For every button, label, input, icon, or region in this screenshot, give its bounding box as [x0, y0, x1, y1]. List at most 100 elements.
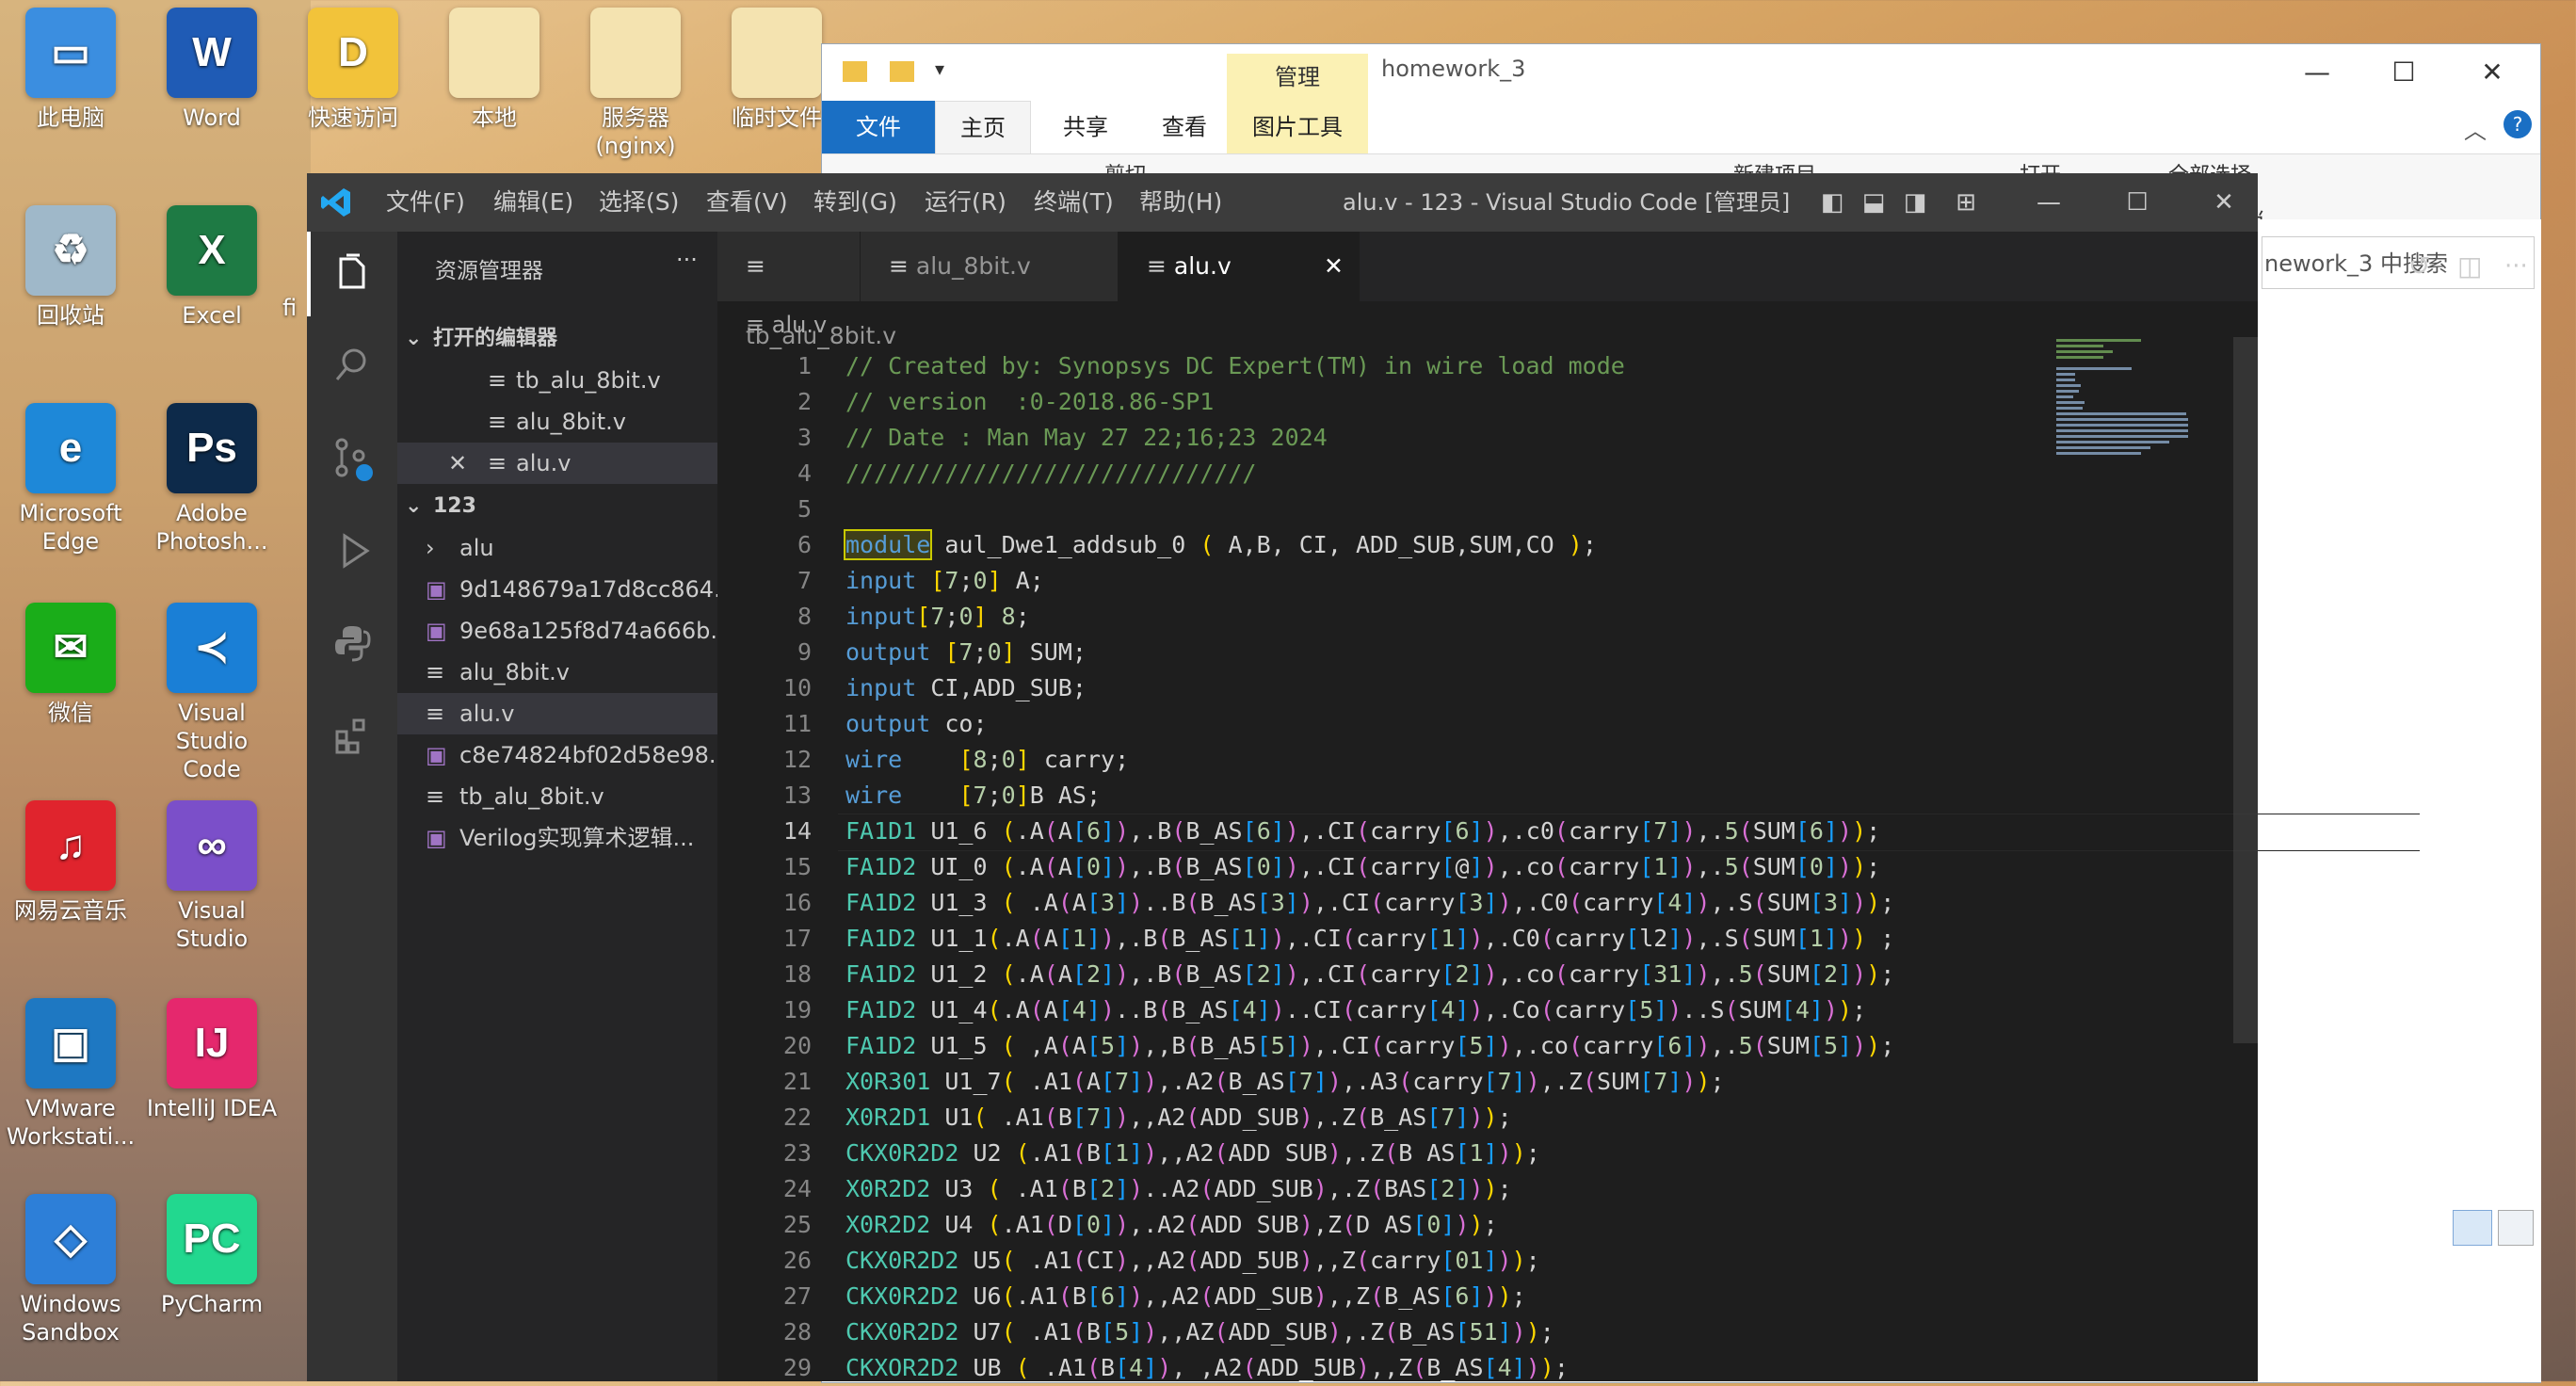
code-line[interactable]: 14 FA1D1 U1_6 (.A(A[6]),.B(B_AS[6]),.CI(c…	[717, 814, 2412, 849]
open-editor-item[interactable]: ≡ alu_8bit.v	[397, 401, 717, 443]
code-line[interactable]: 21 X0R301 U1_7( .A1(A[7]),.A2(B_AS[7]),.A…	[717, 1064, 2412, 1100]
code-line[interactable]: 6 module aul_Dwe1_addsub_0 ( A,B, CI, ADD…	[717, 527, 2412, 563]
folder-icon[interactable]	[890, 61, 914, 82]
code-line[interactable]: 26 CKX0R2D2 U5( .A1(CI),,A2(ADD_5UB),,Z(c…	[717, 1243, 2412, 1279]
code-line[interactable]: 16 FA1D2 U1_3 ( .A(A[3])..B(B_AS[3]),.CI(…	[717, 885, 2412, 921]
code-line[interactable]: 4 /////////////////////////////	[717, 456, 2412, 492]
code-line[interactable]: 12 wire [8;0] carry;	[717, 742, 2412, 778]
code-line[interactable]: 7 input [7;0] A;	[717, 563, 2412, 599]
minimize-button[interactable]: —	[2021, 188, 2077, 217]
code-line[interactable]: 23 CKX0R2D2 U2 (.A1(B[1]),,A2(ADD SUB),.Z…	[717, 1136, 2412, 1171]
menu-item[interactable]: 运行(R)	[925, 173, 1006, 232]
source-control-icon[interactable]	[307, 416, 397, 501]
desktop-icon[interactable]: ◇ Windows Sandbox	[0, 1194, 141, 1346]
desktop-icon[interactable]: ∞ Visual Studio	[141, 800, 282, 953]
toggle-panel-icon[interactable]: ⬓	[1859, 188, 1889, 217]
file-tree-item[interactable]: ≡ alu_8bit.v	[397, 652, 717, 693]
tab-view[interactable]: 查看	[1133, 101, 1236, 153]
minimize-button[interactable]: —	[2272, 44, 2362, 101]
folder-header-123[interactable]: ⌄ 123	[397, 486, 717, 527]
code-line[interactable]: 10 input CI,ADD_SUB;	[717, 670, 2412, 706]
run-debug-icon[interactable]	[307, 508, 397, 593]
file-tree-item[interactable]: ▣ 9d148679a17d8cc864...	[397, 569, 717, 610]
desktop-icon[interactable]: ✉ 微信	[0, 603, 141, 727]
search-icon[interactable]	[307, 322, 397, 407]
code-line[interactable]: 22 X0R2D1 U1( .A1(B[7]),,A2(ADD_SUB),.Z(B…	[717, 1100, 2412, 1136]
split-editor-icon[interactable]: ◫	[2457, 232, 2482, 301]
desktop-icon[interactable]: ▭ 此电脑	[0, 8, 141, 132]
menu-item[interactable]: 选择(S)	[599, 173, 679, 232]
more-actions-icon[interactable]: ···	[2504, 232, 2528, 301]
file-tree-item[interactable]: ≡ tb_alu_8bit.v	[397, 776, 717, 817]
code-line[interactable]: 8 input[7;0] 8;	[717, 599, 2412, 635]
desktop-icon[interactable]: ♫ 网易云音乐	[0, 800, 141, 925]
code-line[interactable]: 5	[717, 492, 2412, 527]
menu-item[interactable]: 终端(T)	[1034, 173, 1114, 232]
qat-dropdown-icon[interactable]: ▾	[935, 57, 944, 80]
search-input[interactable]: nework_3 中搜索	[2262, 236, 2535, 289]
menu-item[interactable]: 文件(F)	[386, 173, 465, 232]
close-button[interactable]: ✕	[2196, 188, 2252, 217]
toggle-secondary-sidebar-icon[interactable]: ◨	[1900, 188, 1930, 217]
menu-item[interactable]: 帮助(H)	[1139, 173, 1222, 232]
desktop-icon[interactable]: ♻ 回收站	[0, 205, 141, 330]
desktop-icon[interactable]: e Microsoft Edge	[0, 403, 141, 556]
customize-layout-icon[interactable]: ⊞	[1951, 188, 1981, 217]
desktop-icon[interactable]: 服务器 (nginx)	[565, 8, 706, 160]
file-tree-item[interactable]: ▣ c8e74824bf02d58e98...	[397, 734, 717, 776]
code-line[interactable]: 19 FA1D2 U1_4(.A(A[4])..B(B_AS[4])..CI(ca…	[717, 992, 2412, 1028]
code-line[interactable]: 15 FA1D2 UI_0 (.A(A[0]),.B(B_AS[0]),.CI(c…	[717, 849, 2412, 885]
tab-tb-alu-8bit[interactable]: ≡ tb_alu_8bit.v	[717, 232, 896, 349]
menu-item[interactable]: 转到(G)	[813, 173, 897, 232]
timeline-icon[interactable]: ↺	[2408, 232, 2430, 301]
code-line[interactable]: 17 FA1D2 U1_1(.A(A[1]),.B(B_AS[1]),.CI(ca…	[717, 921, 2412, 957]
code-line[interactable]: 27 CKX0R2D2 U6(.A1(B[6]),,A2(ADD_SUB),,Z(…	[717, 1279, 2412, 1314]
file-tree-item[interactable]: ▣ Verilog实现算术逻辑...	[397, 817, 717, 859]
close-button[interactable]: ✕	[2447, 44, 2537, 101]
code-line[interactable]: 29 CKXOR2D2 UB ( .A1(B[4]), ,A2(ADD_5UB),…	[717, 1350, 2412, 1386]
file-tree-item[interactable]: ≡ alu.v	[397, 693, 717, 734]
python-icon[interactable]	[307, 601, 397, 685]
desktop-icon[interactable]: D 快速访问	[282, 8, 424, 132]
open-editor-item[interactable]: ≡ tb_alu_8bit.v	[397, 360, 717, 401]
open-editors-header[interactable]: ⌄ 打开的编辑器	[397, 318, 717, 360]
desktop-icon[interactable]: 本地	[424, 8, 565, 132]
code-line[interactable]: 25 X0R2D2 U4 (.A1(D[0]),.A2(ADD SUB),Z(D …	[717, 1207, 2412, 1243]
breadcrumb[interactable]: ≡ alu.v	[717, 301, 2258, 348]
desktop-icon[interactable]: X Excel	[141, 205, 282, 330]
tab-alu-v[interactable]: ≡ alu.v ✕	[1119, 232, 1360, 301]
maximize-button[interactable]: ☐	[2359, 44, 2449, 101]
details-view-icon[interactable]	[2453, 1210, 2492, 1246]
code-line[interactable]: 9 output [7;0] SUM;	[717, 635, 2412, 670]
ribbon-collapse-icon[interactable]: ︿	[2464, 112, 2487, 145]
desktop-icon[interactable]: Ps Adobe Photosh...	[141, 403, 282, 556]
close-tab-icon[interactable]: ✕	[1324, 232, 1344, 301]
explorer-icon[interactable]	[307, 232, 397, 316]
large-icons-view-icon[interactable]	[2498, 1210, 2534, 1246]
file-tree-item[interactable]: › alu	[397, 527, 717, 569]
desktop-icon[interactable]: W Word	[141, 8, 282, 132]
open-editor-item[interactable]: ✕ ≡ alu.v	[397, 443, 717, 484]
code-line[interactable]: 13 wire [7;0]B AS;	[717, 778, 2412, 814]
desktop-icon[interactable]: IJ IntelliJ IDEA	[141, 998, 282, 1122]
tab-alu-8bit[interactable]: ≡ alu_8bit.v	[861, 232, 1119, 301]
code-line[interactable]: 11 output co;	[717, 706, 2412, 742]
toggle-primary-sidebar-icon[interactable]: ◧	[1817, 188, 1847, 217]
extensions-icon[interactable]	[307, 693, 397, 778]
code-line[interactable]: 24 X0R2D2 U3 ( .A1(B[2])..A2(ADD_SUB),.Z(…	[717, 1171, 2412, 1207]
code-line[interactable]: 18 FA1D2 U1_2 (.A(A[2]),.B(B_AS[2]),.CI(c…	[717, 957, 2412, 992]
menu-item[interactable]: 查看(V)	[706, 173, 788, 232]
help-icon[interactable]: ?	[2504, 110, 2532, 138]
tab-home[interactable]: 主页	[935, 101, 1031, 154]
desktop-icon[interactable]: ≺ Visual Studio Code	[141, 603, 282, 783]
code-editor[interactable]: 1 // Created by: Synopsys DC Expert(TM) i…	[717, 348, 2420, 1381]
sidebar-more-icon[interactable]: ···	[676, 247, 698, 273]
desktop-icon[interactable]: ▣ VMware Workstati...	[0, 998, 141, 1151]
tab-picture-tools[interactable]: 图片工具	[1227, 101, 1368, 153]
desktop-icon[interactable]: PC PyCharm	[141, 1194, 282, 1318]
close-icon[interactable]: ✕	[448, 443, 467, 484]
menu-item[interactable]: 编辑(E)	[493, 173, 573, 232]
file-tree-item[interactable]: ▣ 9e68a125f8d74a666b...	[397, 610, 717, 652]
maximize-button[interactable]: ☐	[2109, 188, 2165, 217]
tab-file[interactable]: 文件	[822, 101, 935, 153]
